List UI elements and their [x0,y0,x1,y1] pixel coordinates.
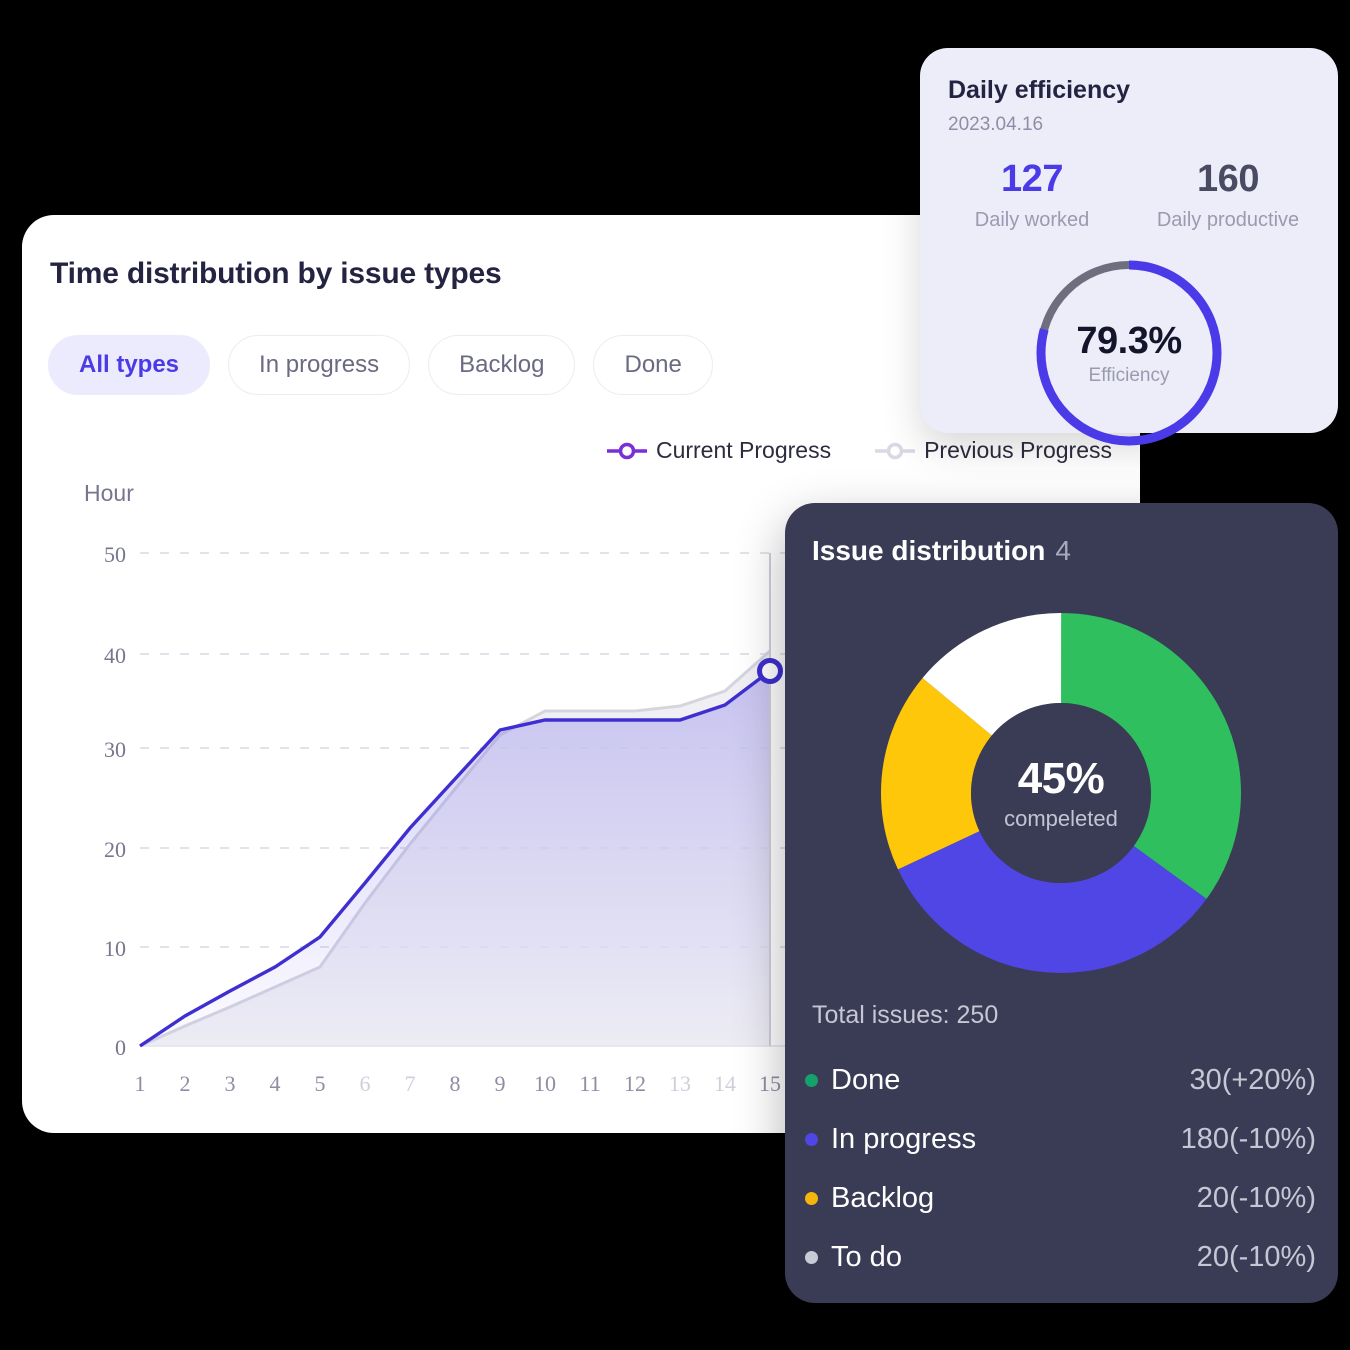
legend-label-to-do: To do [831,1241,902,1273]
efficiency-percent-value: 79.3% [1076,319,1182,362]
legend-row-done[interactable]: Done 30(+20%) [805,1051,1316,1110]
issue-legend-list: Done 30(+20%) In progress 180(-10%) Back… [805,1051,1316,1287]
x-tick-12: 12 [624,1071,646,1096]
x-tick-5: 5 [314,1071,326,1096]
x-tick-9: 9 [494,1071,506,1096]
y-tick-40: 40 [104,643,126,668]
x-tick-1: 1 [134,1071,146,1096]
legend-row-in-progress[interactable]: In progress 180(-10%) [805,1110,1316,1169]
legend-row-to-do[interactable]: To do 20(-10%) [805,1228,1316,1287]
dot-icon-done [805,1074,818,1087]
y-tick-0: 0 [115,1035,126,1060]
legend-value-done: 30(+20%) [1189,1064,1316,1096]
issue-distribution-donut [881,613,1241,973]
daily-efficiency-date: 2023.04.16 [948,114,1044,135]
issue-distribution-title: Issue distribution 4 [812,535,1071,567]
stat-daily-worked-caption: Daily worked [974,209,1090,231]
x-tick-4: 4 [269,1071,281,1096]
stat-daily-productive: 160 Daily productive [1130,158,1326,232]
x-tick-14: 14 [714,1071,736,1096]
stat-daily-worked: 127 Daily worked [934,158,1130,232]
issue-distribution-count: 4 [1055,535,1071,566]
x-tick-7: 7 [404,1071,416,1096]
x-tick-6: 6 [359,1071,371,1096]
y-tick-20: 20 [104,837,126,862]
legend-label-in-progress: In progress [831,1123,977,1155]
x-tick-3: 3 [224,1071,236,1096]
issue-distribution-title-text: Issue distribution [812,535,1046,566]
y-tick-50: 50 [104,542,126,567]
hover-point-marker [757,658,783,684]
stat-daily-productive-value: 160 [1197,158,1259,200]
x-tick-13: 13 [669,1071,691,1096]
daily-efficiency-title: Daily efficiency [948,76,1131,104]
x-tick-8: 8 [449,1071,461,1096]
dot-icon-to-do [805,1251,818,1264]
x-tick-11: 11 [579,1071,601,1096]
legend-label-backlog: Backlog [831,1182,935,1214]
efficiency-ring-center: 79.3% Efficiency [1029,253,1229,453]
legend-row-backlog[interactable]: Backlog 20(-10%) [805,1169,1316,1228]
legend-value-backlog: 20(-10%) [1196,1182,1316,1214]
legend-value-to-do: 20(-10%) [1196,1241,1316,1273]
issue-distribution-card: Issue distribution 4 45% compeleted Total… [785,503,1338,1303]
stat-daily-worked-value: 127 [1001,158,1063,200]
efficiency-percent-caption: Efficiency [1088,364,1170,386]
total-issues-label: Total issues: 250 [812,1001,999,1029]
y-tick-10: 10 [104,936,126,961]
stat-daily-productive-caption: Daily productive [1156,209,1300,231]
x-tick-2: 2 [179,1071,191,1096]
y-tick-30: 30 [104,737,126,762]
x-tick-10: 10 [534,1071,556,1096]
legend-label-done: Done [831,1064,901,1096]
donut-hole [971,703,1151,883]
dot-icon-in-progress [805,1133,818,1146]
x-tick-15: 15 [759,1071,781,1096]
dot-icon-backlog [805,1192,818,1205]
daily-efficiency-card: Daily efficiency 2023.04.16 127 Daily wo… [920,48,1338,446]
legend-value-in-progress: 180(-10%) [1180,1123,1316,1155]
dashboard-stage: Time distribution by issue types All typ… [0,0,1350,1350]
